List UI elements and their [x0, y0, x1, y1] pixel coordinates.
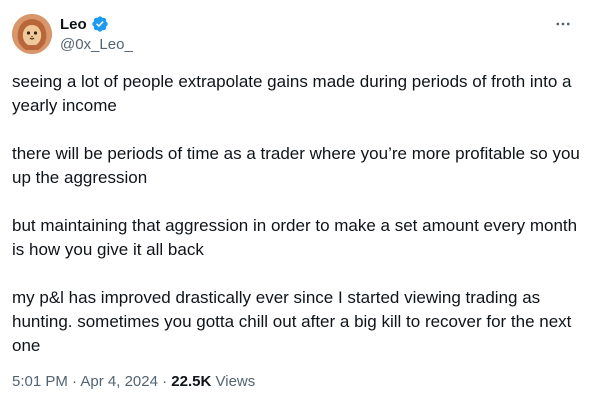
- views-count[interactable]: 22.5K: [171, 373, 211, 390]
- avatar[interactable]: [12, 14, 52, 54]
- more-icon: [556, 22, 570, 26]
- tweet-paragraph: but maintaining that aggression in order…: [12, 216, 578, 259]
- views-label: Views: [215, 373, 256, 390]
- tweet-time[interactable]: 5:01 PM: [12, 373, 68, 390]
- meta-separator: ·: [162, 373, 168, 390]
- tweet-meta: 5:01 PM · Apr 4, 2024 · 22.5K Views: [12, 373, 255, 390]
- tweet-paragraph: there will be periods of time as a trade…: [12, 144, 580, 187]
- tweet-text: seeing a lot of people extrapolate gains…: [12, 70, 582, 382]
- tweet-paragraph: my p&l has improved drastically ever sin…: [12, 288, 572, 355]
- name-row: Leo: [60, 14, 133, 34]
- tweet-date[interactable]: Apr 4, 2024: [80, 373, 158, 390]
- verified-badge-icon[interactable]: [91, 15, 109, 33]
- author-handle[interactable]: @0x_Leo_: [60, 36, 133, 53]
- tweet-card: Leo @0x_Leo_ seeing a lot of people extr…: [0, 0, 593, 408]
- lion-avatar-icon: [12, 14, 52, 54]
- meta-separator: ·: [72, 373, 78, 390]
- tweet-paragraph: seeing a lot of people extrapolate gains…: [12, 72, 572, 115]
- author-name[interactable]: Leo: [60, 16, 87, 33]
- more-options-button[interactable]: [551, 12, 575, 36]
- author-info: Leo @0x_Leo_: [60, 14, 133, 54]
